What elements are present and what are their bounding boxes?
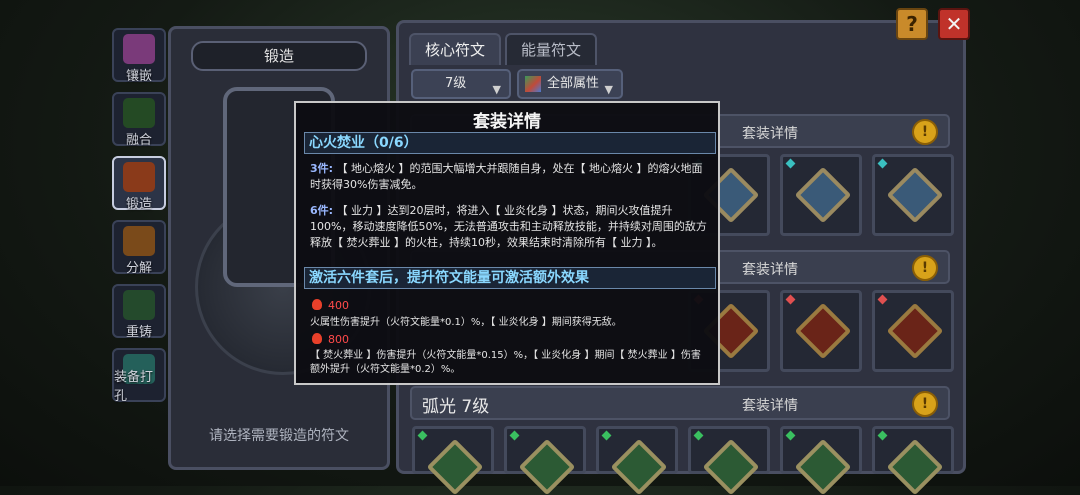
gem-icon xyxy=(693,430,704,441)
tab-energy-runes[interactable]: 能量符文 xyxy=(505,33,597,65)
gem-icon xyxy=(877,294,888,305)
set-detail-button[interactable]: 套装详情 xyxy=(742,395,798,415)
rune-slot[interactable] xyxy=(872,154,954,236)
tier-2-text: 【 焚火葬业 】伤害提升（火符文能量*0.15）%，【 业炎化身 】期间【 焚火… xyxy=(310,350,701,375)
popup-title: 套装详情 xyxy=(473,112,541,132)
forge-icon xyxy=(123,162,155,192)
sidebar-item-inlay[interactable]: 镶嵌 xyxy=(112,28,166,84)
sidebar-item-decompose[interactable]: 分解 xyxy=(112,220,166,276)
rune-slot[interactable] xyxy=(872,426,954,495)
set-detail-popup: 套装详情 心火焚业（0/6） 3件: 【 地心熔火 】的范围大幅增大并跟随自身，… xyxy=(294,101,720,385)
gem-icon xyxy=(509,430,520,441)
attribute-icon xyxy=(525,76,541,92)
rune-slot[interactable] xyxy=(872,290,954,372)
chevron-down-icon: ▼ xyxy=(492,83,501,96)
gem-icon xyxy=(877,158,888,169)
bonus-3-tag: 3件: xyxy=(310,162,334,175)
level-dropdown-value: 7级 xyxy=(445,76,467,91)
set-section-header: 弧光 7级 套装详情 ! xyxy=(410,386,950,420)
arc-rune-icon xyxy=(886,438,944,495)
set-bonus-3: 3件: 【 地心熔火 】的范围大幅增大并跟随自身，处在【 地心熔火 】的熔火地面… xyxy=(310,161,708,193)
ice-rune-icon xyxy=(794,166,852,224)
sidebar-item-label: 分解 xyxy=(125,261,152,276)
fire-rune-icon xyxy=(794,302,852,360)
tier-1-number: 400 xyxy=(328,299,349,312)
tier-1-value: 400 xyxy=(312,299,349,312)
sidebar-item-label: 镶嵌 xyxy=(125,69,152,84)
alert-coin-icon[interactable]: ! xyxy=(912,119,938,145)
sidebar-item-fusion[interactable]: 融合 xyxy=(112,92,166,148)
forge-hint: 请选择需要锻造的符文 xyxy=(209,428,349,444)
attribute-dropdown-value: 全部属性 xyxy=(547,76,600,91)
decompose-icon xyxy=(123,226,155,256)
sidebar-item-recast[interactable]: 重铸 xyxy=(112,284,166,340)
ice-rune-icon xyxy=(886,166,944,224)
gem-icon xyxy=(785,294,796,305)
tab-core-runes[interactable]: 核心符文 xyxy=(409,33,501,65)
sidebar-item-label: 重铸 xyxy=(125,325,152,340)
arc-rune-icon xyxy=(518,438,576,495)
arc-rune-icon xyxy=(426,438,484,495)
bonus-6-tag: 6件: xyxy=(310,204,334,217)
rune-slot[interactable] xyxy=(780,426,862,495)
tier-2-value: 800 xyxy=(312,333,349,346)
rune-slot[interactable] xyxy=(780,290,862,372)
close-button[interactable]: ✕ xyxy=(938,8,970,40)
gem-icon xyxy=(601,430,612,441)
forge-title: 锻造 xyxy=(191,41,367,71)
inlay-icon xyxy=(123,34,155,64)
set-detail-button[interactable]: 套装详情 xyxy=(742,259,798,279)
rune-slot[interactable] xyxy=(596,426,678,495)
extra-effect-header: 激活六件套后，提升符文能量可激活额外效果 xyxy=(304,267,716,289)
tier-1-text: 火属性伤害提升（火符文能量*0.1）%，【 业炎化身 】期间获得无敌。 xyxy=(310,317,622,328)
level-dropdown[interactable]: 7级 ▼ xyxy=(411,69,511,99)
alert-coin-icon[interactable]: ! xyxy=(912,391,938,417)
rune-slot[interactable] xyxy=(504,426,586,495)
gem-icon xyxy=(877,430,888,441)
sidebar-item-label: 装备打孔 xyxy=(114,370,154,404)
bonus-3-text: 【 地心熔火 】的范围大幅增大并跟随自身，处在【 地心熔火 】的熔火地面时获得3… xyxy=(310,162,703,191)
sidebar-item-forge[interactable]: 锻造 xyxy=(112,156,166,212)
rune-slot[interactable] xyxy=(412,426,494,495)
set-bonus-6: 6件: 【 业力 】达到20层时，将进入【 业炎化身 】状态，期间火攻值提升10… xyxy=(310,203,708,251)
attribute-dropdown[interactable]: 全部属性 ▼ xyxy=(517,69,623,99)
fusion-icon xyxy=(123,98,155,128)
set-name-header: 心火焚业（0/6） xyxy=(304,132,716,154)
rune-slot[interactable] xyxy=(780,154,862,236)
fire-rune-icon xyxy=(886,302,944,360)
sidebar-item-label: 融合 xyxy=(125,133,152,148)
fire-icon xyxy=(312,333,322,344)
gem-icon xyxy=(785,430,796,441)
set-section-title: 弧光 7级 xyxy=(422,397,490,417)
rune-slot[interactable] xyxy=(688,426,770,495)
gem-icon xyxy=(785,158,796,169)
set-detail-button[interactable]: 套装详情 xyxy=(742,123,798,143)
help-button[interactable]: ? xyxy=(896,8,928,40)
arc-rune-icon xyxy=(610,438,668,495)
fire-icon xyxy=(312,299,322,310)
chevron-down-icon: ▼ xyxy=(604,83,613,96)
bonus-6-text: 【 业力 】达到20层时，将进入【 业炎化身 】状态，期间火攻值提升100%，移… xyxy=(310,204,707,249)
alert-coin-icon[interactable]: ! xyxy=(912,255,938,281)
gem-icon xyxy=(417,430,428,441)
sidebar-item-socket[interactable]: 装备打孔 xyxy=(112,348,166,404)
recast-icon xyxy=(123,290,155,320)
sidebar-item-label: 锻造 xyxy=(125,197,152,212)
tier-2-number: 800 xyxy=(328,333,349,346)
arc-rune-icon xyxy=(702,438,760,495)
arc-rune-icon xyxy=(794,438,852,495)
